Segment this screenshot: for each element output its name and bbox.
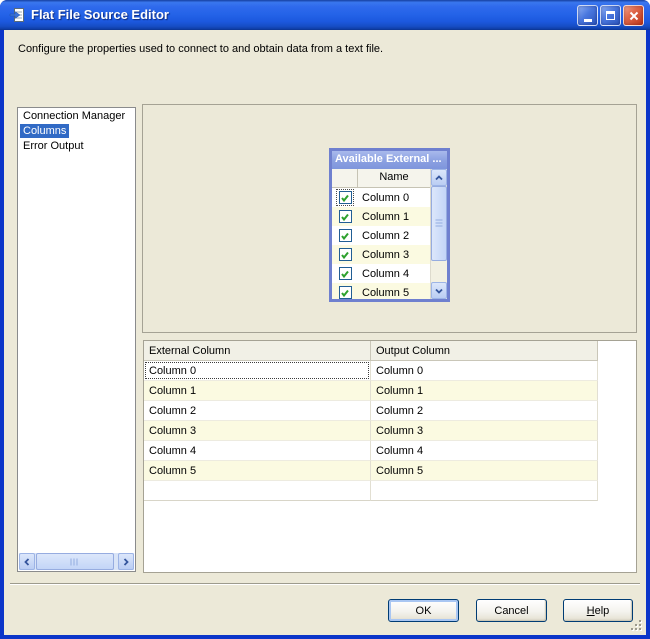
pages-listbox: Connection Manager Columns Error Output	[17, 107, 136, 572]
check-icon	[341, 289, 349, 297]
output-column-cell[interactable]: Column 2	[371, 401, 598, 421]
output-column-cell[interactable]: Column 4	[371, 441, 598, 461]
columns-page-panel: Available External ... Name Column 0 Col…	[142, 104, 637, 333]
help-button[interactable]: Help	[563, 599, 633, 622]
table-row: Column 3 Column 3	[144, 421, 636, 441]
sidebar-item-error-output[interactable]: Error Output	[20, 139, 87, 153]
chevron-right-icon	[123, 557, 129, 566]
external-column-cell[interactable]: Column 3	[144, 421, 371, 441]
resize-grip[interactable]	[630, 619, 643, 632]
titlebar-buttons	[577, 5, 644, 26]
table-row: Column 0 Column 0	[144, 361, 636, 381]
sidebar-item-connection-manager[interactable]: Connection Manager	[20, 109, 128, 123]
table-row-empty	[144, 481, 636, 501]
checkbox-column-header[interactable]	[332, 169, 358, 187]
external-column-header[interactable]: External Column	[144, 341, 371, 361]
table-row: Column 2 Column 2	[144, 401, 636, 421]
available-external-columns-title[interactable]: Available External ...	[332, 151, 447, 169]
window-title: Flat File Source Editor	[31, 7, 169, 22]
check-icon	[341, 270, 349, 278]
minimize-icon	[583, 19, 592, 22]
minimize-button[interactable]	[577, 5, 598, 26]
list-item: Column 3	[332, 245, 430, 264]
ok-button[interactable]: OK	[388, 599, 459, 622]
close-button[interactable]	[623, 5, 644, 26]
table-row: Column 1 Column 1	[144, 381, 636, 401]
chevron-down-icon	[435, 288, 443, 294]
mapping-table-header: External Column Output Column	[144, 341, 636, 361]
panel-vertical-scrollbar[interactable]	[430, 169, 447, 299]
check-icon	[341, 213, 349, 221]
scroll-right-button[interactable]	[118, 553, 134, 570]
scroll-down-button[interactable]	[431, 282, 447, 299]
horizontal-scroll-thumb[interactable]	[36, 553, 114, 570]
check-icon	[341, 232, 349, 240]
list-item: Column 0	[332, 188, 430, 207]
column-checkbox[interactable]	[338, 267, 352, 280]
name-column-header[interactable]: Name	[358, 169, 430, 187]
mapping-table-rows: Column 0 Column 0 Column 1 Column 1 Colu…	[144, 361, 636, 501]
column-checkbox[interactable]	[338, 286, 352, 299]
available-external-columns-panel: Available External ... Name Column 0 Col…	[329, 148, 450, 302]
sidebar-horizontal-scrollbar[interactable]	[19, 553, 134, 570]
close-icon	[629, 11, 638, 20]
output-column-cell[interactable]: Column 5	[371, 461, 598, 481]
external-column-cell[interactable]: Column 4	[144, 441, 371, 461]
output-column-cell[interactable]: Column 3	[371, 421, 598, 441]
column-name[interactable]: Column 5	[358, 287, 409, 299]
available-columns-grid: Name Column 0 Column 1 Column 2 Column 3…	[332, 169, 447, 299]
maximize-icon	[606, 11, 615, 20]
footer-separator	[10, 583, 640, 585]
external-column-cell[interactable]: Column 2	[144, 401, 371, 421]
list-item: Column 1	[332, 207, 430, 226]
column-name[interactable]: Column 4	[358, 268, 409, 280]
external-column-cell[interactable]	[144, 481, 371, 501]
dialog-client-area: Configure the properties used to connect…	[4, 30, 646, 635]
available-columns-grid-body: Name Column 0 Column 1 Column 2 Column 3…	[332, 169, 430, 299]
list-item: Column 5	[332, 283, 430, 299]
column-checkbox[interactable]	[338, 210, 352, 223]
cancel-button[interactable]: Cancel	[476, 599, 547, 622]
vertical-scroll-thumb[interactable]	[431, 186, 447, 261]
chevron-up-icon	[435, 174, 443, 180]
column-checkbox[interactable]	[338, 229, 352, 242]
list-item: Column 4	[332, 264, 430, 283]
external-column-cell[interactable]: Column 0	[144, 361, 371, 381]
flat-file-source-editor-dialog: Flat File Source Editor Configure the pr…	[0, 0, 650, 639]
column-checkbox[interactable]	[338, 191, 352, 204]
table-row: Column 5 Column 5	[144, 461, 636, 481]
column-mapping-table: External Column Output Column Column 0 C…	[143, 340, 637, 573]
check-icon	[341, 194, 349, 202]
column-name[interactable]: Column 3	[358, 249, 409, 261]
check-icon	[341, 251, 349, 259]
available-columns-rows: Column 0 Column 1 Column 2 Column 3 Colu…	[332, 188, 430, 299]
output-column-cell[interactable]: Column 0	[371, 361, 598, 381]
chevron-left-icon	[24, 557, 30, 566]
title-bar[interactable]: Flat File Source Editor	[0, 0, 650, 30]
dialog-description: Configure the properties used to connect…	[18, 43, 384, 55]
table-row: Column 4 Column 4	[144, 441, 636, 461]
column-name[interactable]: Column 2	[358, 230, 409, 242]
app-icon	[9, 7, 25, 23]
maximize-button[interactable]	[600, 5, 621, 26]
list-item: Column 2	[332, 226, 430, 245]
scroll-up-button[interactable]	[431, 169, 447, 186]
output-column-header[interactable]: Output Column	[371, 341, 598, 361]
external-column-cell[interactable]: Column 1	[144, 381, 371, 401]
vertical-scroll-track[interactable]	[431, 261, 447, 282]
external-column-cell[interactable]: Column 5	[144, 461, 371, 481]
sidebar-item-columns[interactable]: Columns	[20, 124, 70, 138]
resize-grip-icon	[631, 620, 642, 631]
scroll-left-button[interactable]	[19, 553, 35, 570]
column-checkbox[interactable]	[338, 248, 352, 261]
output-column-cell[interactable]	[371, 481, 598, 501]
column-name[interactable]: Column 0	[358, 192, 409, 204]
column-name[interactable]: Column 1	[358, 211, 409, 223]
grid-header-row: Name	[332, 169, 430, 188]
output-column-cell[interactable]: Column 1	[371, 381, 598, 401]
